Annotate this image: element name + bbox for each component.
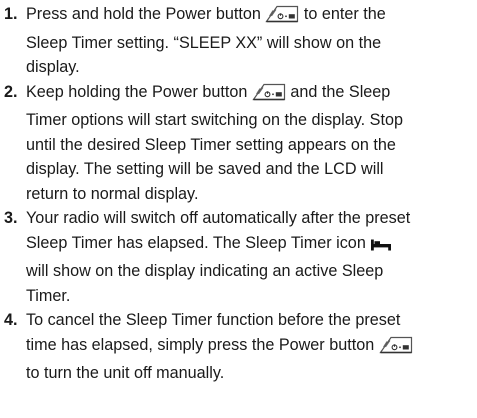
- step-text-line: Sleep Timer setting. “SLEEP XX” will sho…: [26, 31, 477, 56]
- step-text: return to normal display.: [26, 184, 199, 203]
- step-text-line: return to normal display.: [26, 182, 477, 207]
- step-text-line: Sleep Timer has elapsed. The Sleep Timer…: [26, 231, 477, 260]
- power-icon: [265, 5, 299, 31]
- step-number: 3.: [4, 209, 18, 227]
- step-text: display.: [26, 58, 80, 76]
- step-number: 4.: [4, 311, 18, 329]
- sleep-timer-steps: 1. Press and hold the Power button to ent…: [0, 2, 477, 386]
- power-icon: [252, 83, 286, 109]
- step-item: 4. To cancel the Sleep Timer function bef…: [0, 308, 477, 386]
- power-icon: [379, 336, 413, 362]
- step-number: 2.: [4, 82, 18, 101]
- instruction-page: 1. Press and hold the Power button to ent…: [0, 0, 477, 418]
- step-text: Your radio will switch off automatically…: [26, 209, 411, 227]
- step-text-line: Your radio will switch off automatically…: [26, 206, 477, 231]
- step-text: to enter the: [299, 5, 386, 23]
- step-text-line: until the desired Sleep Timer setting ap…: [26, 133, 477, 158]
- step-text: will show on the display indicating an a…: [26, 262, 384, 280]
- step-text-line: To cancel the Sleep Timer function befor…: [26, 308, 477, 333]
- step-text-line: time has elapsed, simply press the Power…: [26, 333, 477, 362]
- step-text: Sleep Timer has elapsed. The Sleep Timer…: [26, 233, 371, 252]
- step-text-line: Press and hold the Power button to enter…: [26, 2, 477, 31]
- step-text: and the Sleep: [285, 82, 391, 101]
- step-text-line: display.: [26, 55, 477, 80]
- step-text-line: Timer options will start switching on th…: [26, 108, 477, 133]
- step-text: To cancel the Sleep Timer function befor…: [26, 311, 401, 329]
- step-text-line: Keep holding the Power button and the Sl…: [26, 80, 477, 109]
- step-text: to turn the unit off manually.: [26, 364, 225, 382]
- step-text-line: will show on the display indicating an a…: [26, 259, 477, 284]
- step-text: Press and hold the Power button: [26, 5, 266, 23]
- sleep-timer-icon: [370, 235, 392, 260]
- step-item: 2. Keep holding the Power button and the …: [0, 80, 477, 207]
- step-text-line: display. The setting will be saved and t…: [26, 157, 477, 182]
- step-number: 1.: [4, 5, 18, 23]
- step-text: Timer options will start switching on th…: [26, 111, 403, 129]
- step-item: 3. Your radio will switch off automatical…: [0, 206, 477, 308]
- step-text: Timer.: [26, 286, 71, 305]
- step-text: display. The setting will be saved and t…: [26, 160, 384, 178]
- step-text: time has elapsed, simply press the Power…: [26, 335, 379, 354]
- step-text-line: Timer.: [26, 284, 477, 309]
- step-text: Keep holding the Power button: [26, 82, 252, 101]
- step-text-line: to turn the unit off manually.: [26, 361, 477, 386]
- step-item: 1. Press and hold the Power button to ent…: [0, 2, 477, 80]
- step-text: Sleep Timer setting. “SLEEP XX” will sho…: [26, 33, 382, 52]
- step-text: until the desired Sleep Timer setting ap…: [26, 135, 396, 154]
